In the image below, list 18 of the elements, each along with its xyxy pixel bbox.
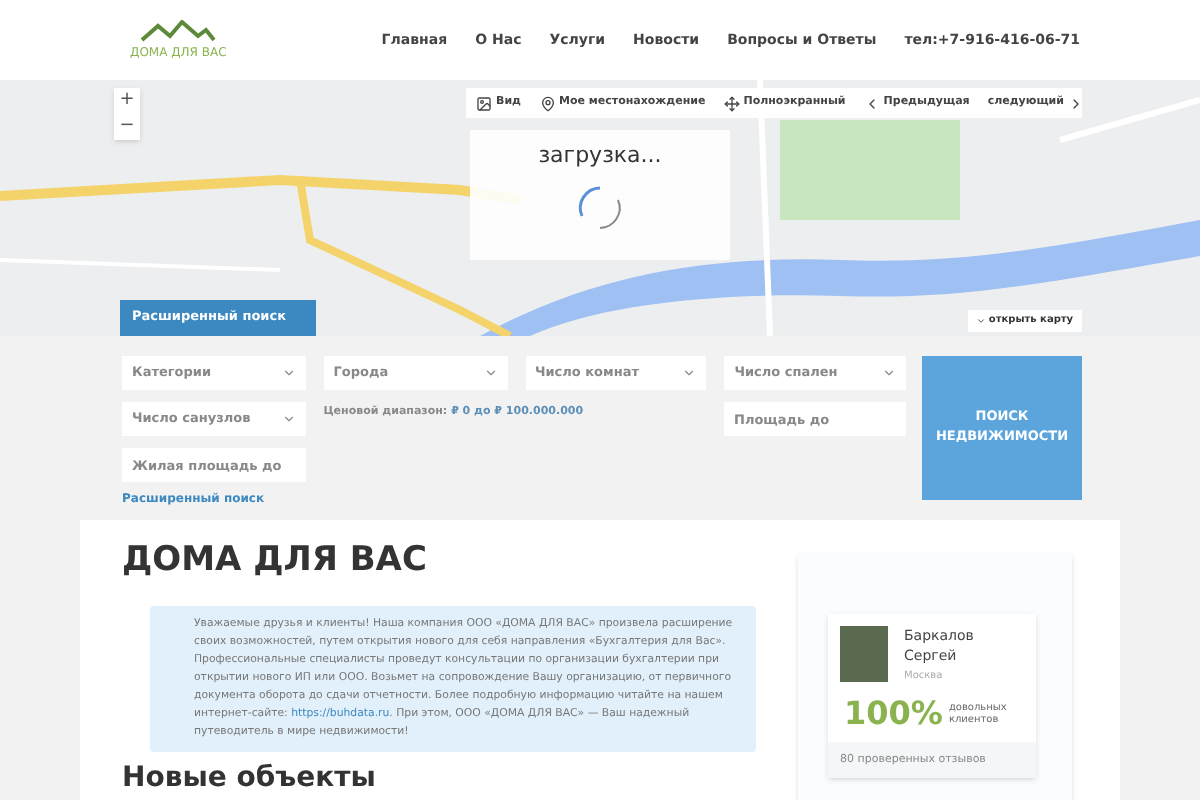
satisfaction-percent: 100%	[844, 697, 943, 729]
spinner-icon	[574, 181, 626, 233]
zoom-in-button[interactable]: +	[114, 88, 140, 114]
move-icon	[723, 95, 740, 111]
caret-icon	[976, 316, 987, 326]
chevron-down-icon	[281, 366, 296, 380]
zoom-out-button[interactable]: −	[114, 114, 140, 140]
chevron-down-icon	[882, 366, 896, 380]
pin-icon	[539, 95, 555, 111]
page-title: ДОМА ДЛЯ ВАС	[122, 544, 429, 578]
chevron-down-icon	[281, 412, 296, 426]
image-icon	[476, 95, 492, 111]
house-roofs-logo-icon	[138, 19, 219, 41]
photo-placeholder	[840, 626, 888, 682]
chevron-down-icon	[682, 366, 697, 380]
section-title: Новые объекты	[122, 764, 378, 792]
chevron-down-icon	[483, 366, 497, 380]
loading-text: загрузка...	[538, 140, 662, 172]
